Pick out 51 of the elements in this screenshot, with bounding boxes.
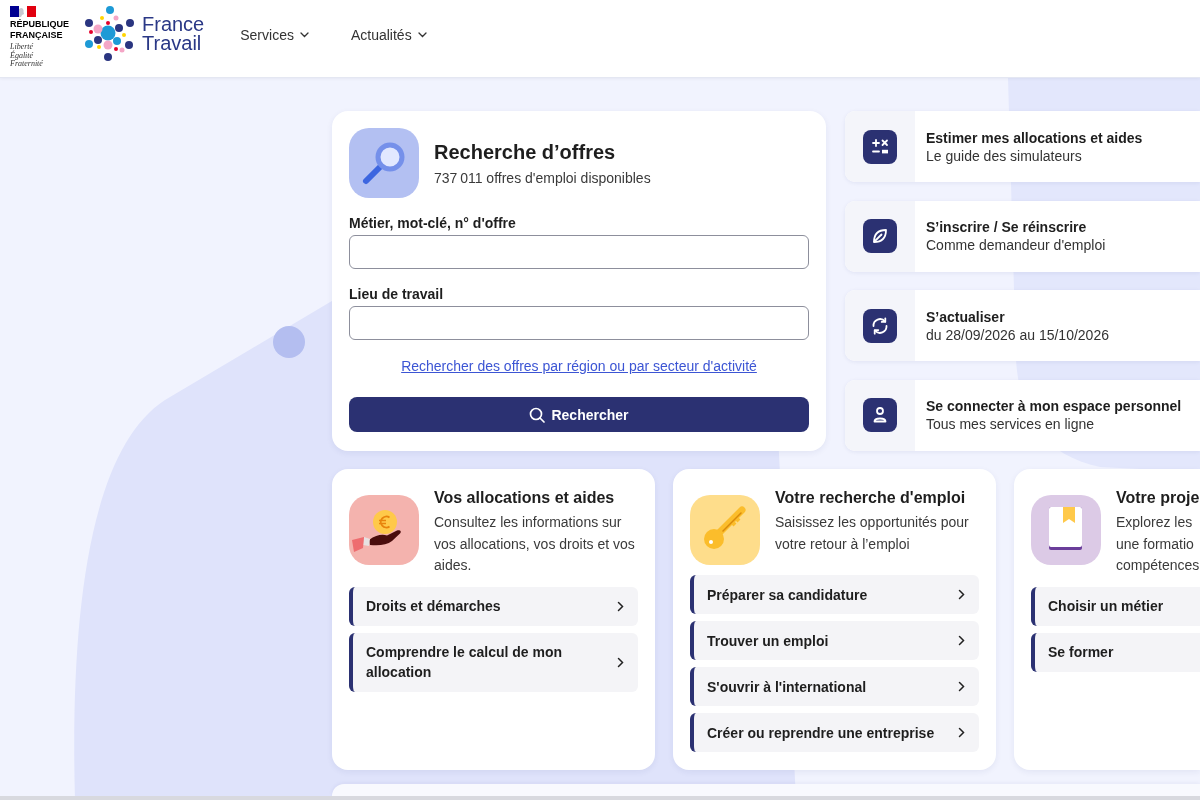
chevron-right-icon [958,635,965,646]
shortcut-link[interactable]: Se connecter à mon espace personnel Tous mes services en ligne [845,379,1200,451]
input-field[interactable] [349,235,809,269]
card-description: Consultez les informations sur vos allocations, vos droits et vos aides. [434,513,636,575]
key-icon [690,495,760,565]
card-link[interactable]: Créer ou reprendre une entreprise [690,713,979,752]
shortcut-link[interactable]: S’actualiser du 28/09/2026 au 15/10/2026 [845,290,1200,362]
user-icon [863,398,897,433]
chevron-right-icon [958,727,965,738]
card-link[interactable]: Comprendre le calcul de mon allocation [349,632,638,692]
search-by-region-link[interactable]: Rechercher des offres par région ou par secteur d'activité [401,357,757,375]
card-title: Vos allocations et aides [434,488,616,508]
card-link[interactable]: S'ouvrir à l'international [690,667,979,706]
decorative-dot [273,326,305,358]
shortcut-link[interactable]: S’inscrire / Se réinscrire Comme demandeur d'emploi [845,200,1200,272]
card-description: Explorez les une formatio compétences [1116,513,1200,575]
leaf-icon [863,219,897,254]
chevron-right-icon [958,589,965,600]
brand-name: France Travail [142,15,205,53]
card-title: Votre proje [1116,488,1200,508]
chevron-down-icon [299,32,309,38]
dots-logo-icon [84,5,136,62]
card-link[interactable]: Trouver un emploi [690,621,979,660]
motto-text: Liberté Égalité Fraternité [10,43,43,69]
search-title: Recherche d’offres [434,140,617,164]
field-label: Métier, mot-clé, n° d'offre [349,214,517,232]
chevron-down-icon [417,32,427,38]
republic-name: RÉPUBLIQUE FRANÇAISE [10,19,69,41]
refresh-icon [863,308,897,343]
magnifier-icon [349,128,419,198]
field-label: Lieu de travail [349,285,445,303]
nav-menu-button[interactable]: Services [240,25,309,45]
calculator-icon [863,129,897,164]
shortcut-link[interactable]: Estimer mes allocations et aides Le guide des simulateurs [845,111,1200,182]
card-description: Saisissez les opportunités pour votre retour à l’emploi [775,513,970,554]
card-title: Votre recherche d'emploi [775,488,967,508]
chevron-right-icon [617,600,624,612]
card-link[interactable]: Se former [1031,632,1200,672]
offer-count: 737 011 offres d'emploi disponibles [434,169,651,188]
card-link[interactable]: Préparer sa candidature [690,575,979,614]
chevron-right-icon [958,681,965,692]
card-link[interactable]: Droits et démarches [349,586,638,626]
book-icon [1031,495,1101,565]
search-button[interactable]: Rechercher [349,397,809,432]
search-icon [529,406,546,423]
chevron-right-icon [617,656,624,668]
input-field[interactable] [349,306,809,340]
card-link[interactable]: Choisir un métier [1031,586,1200,626]
flag-icon [10,6,36,17]
hand-coin-icon [349,495,419,565]
nav-menu-button[interactable]: Actualités [350,25,427,45]
